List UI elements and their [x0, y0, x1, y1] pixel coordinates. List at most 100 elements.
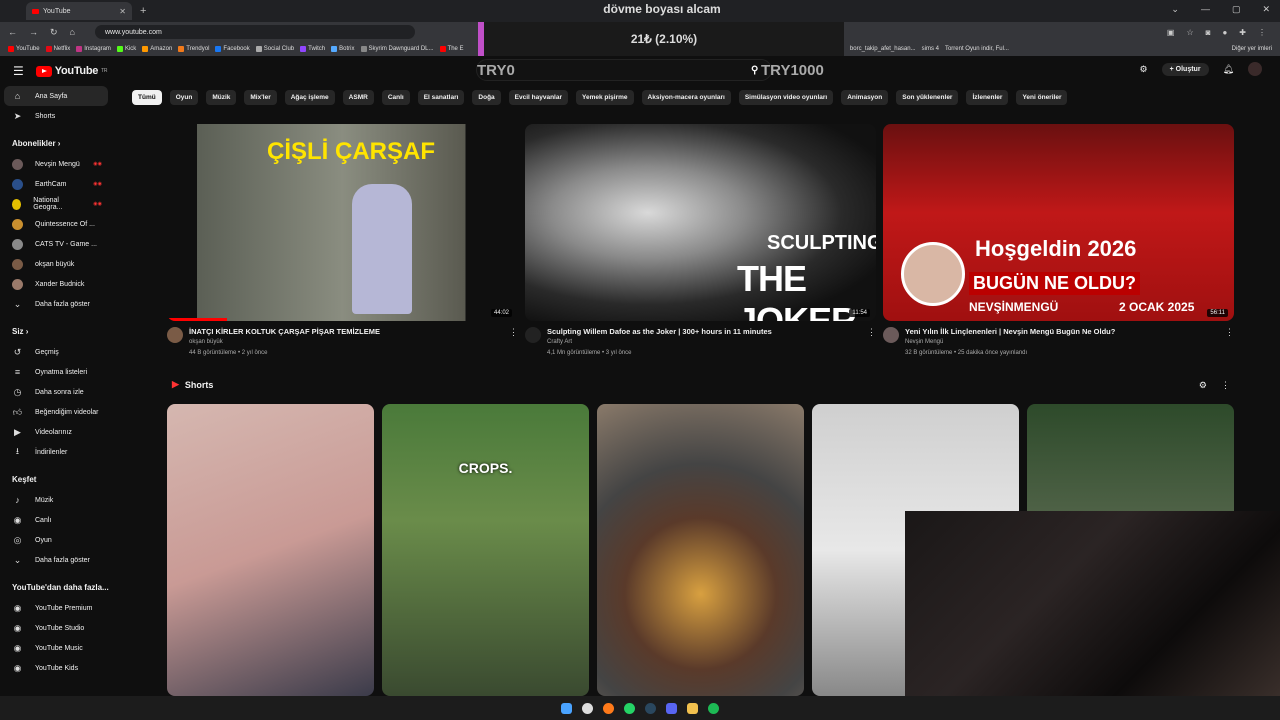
subscriptions-heading[interactable]: Abonelikler ›	[0, 132, 120, 154]
filter-chip[interactable]: Yemek pişirme	[576, 90, 634, 105]
filter-chip[interactable]: İzlenenler	[966, 90, 1009, 105]
more-options-icon[interactable]: ⋮	[1225, 327, 1234, 359]
sidebar-item[interactable]: 👍︎ Beğendiğim videolar	[0, 402, 120, 422]
sidebar-item[interactable]: ♪ Müzik	[0, 490, 120, 510]
url-field[interactable]: www.youtube.com	[94, 25, 415, 39]
filter-chip[interactable]: Animasyon	[841, 90, 889, 105]
sidebar-item-subscription[interactable]: Xander Budnick	[0, 274, 120, 294]
video-title[interactable]: Yeni Yılın İlk Linçlenenleri | Nevşin Me…	[905, 327, 1215, 337]
filter-chip[interactable]: Aksiyon-macera oyunları	[641, 90, 731, 105]
bookmark-item[interactable]: Skyrim Dawnguard DL...	[360, 46, 434, 52]
reload-icon[interactable]: ↻	[50, 27, 58, 38]
menu-dots-icon[interactable]: ⋮	[1258, 28, 1266, 37]
video-thumbnail[interactable]: SCULPTING THE JOKER 11:54	[525, 124, 876, 321]
new-tab-icon[interactable]: +	[140, 5, 146, 17]
bookmark-item[interactable]: Botrix	[331, 46, 355, 52]
sidebar-item[interactable]: ◉ Canlı	[0, 510, 120, 530]
video-title[interactable]: İNATÇI KİRLER KOLTUK ÇARŞAF PİŞAR TEMİZL…	[189, 327, 499, 337]
search-icon[interactable]: ⚲	[751, 65, 758, 76]
video-thumbnail[interactable]: Hoşgeldin 2026 BUGÜN NE OLDU? NEVŞİNMENG…	[883, 124, 1234, 321]
minimize-icon[interactable]: —	[1201, 4, 1210, 15]
filter-chip[interactable]: El sanatları	[417, 90, 465, 105]
sidebar-item-youtube-product[interactable]: ◉ YouTube Kids	[0, 658, 120, 678]
sidebar-item[interactable]: ⭳ İndirilenler	[0, 442, 120, 462]
video-card[interactable]: Hoşgeldin 2026 BUGÜN NE OLDU? NEVŞİNMENG…	[883, 124, 1234, 359]
folder-icon[interactable]	[687, 702, 698, 714]
extension-icon[interactable]: ▣	[1167, 28, 1175, 37]
sidebar-item-subscription[interactable]: Quintessence Of ...	[0, 214, 120, 234]
maximize-icon[interactable]: ▢	[1232, 4, 1241, 15]
sidebar-item-youtube-product[interactable]: ◉ YouTube Music	[0, 638, 120, 658]
bookmark-item[interactable]: Amazon	[142, 46, 172, 52]
star-icon[interactable]: ☆	[1186, 28, 1193, 37]
hamburger-menu-icon[interactable]: ☰	[13, 64, 24, 78]
channel-avatar[interactable]	[525, 327, 541, 343]
filter-chip[interactable]: Doğa	[472, 90, 501, 105]
bookmark-item[interactable]: borc_takip_afet_hasan...	[850, 46, 916, 52]
filter-chip[interactable]: Tümü	[132, 90, 162, 105]
video-card[interactable]: SCULPTING THE JOKER 11:54 Sculpting Will…	[525, 124, 876, 359]
discord-icon[interactable]	[666, 702, 677, 714]
sidebar-item[interactable]: ◎ Oyun	[0, 530, 120, 550]
filter-chip[interactable]: Yeni öneriler	[1016, 90, 1068, 105]
sidebar-item[interactable]: ⌄ Daha fazla göster	[0, 550, 120, 570]
show-more-subs-button[interactable]: ⌄ Daha fazla göster	[0, 294, 120, 314]
short-card[interactable]	[167, 404, 374, 696]
more-options-icon[interactable]: ⋮	[1221, 380, 1230, 391]
browser-tab[interactable]: YouTube ✕	[26, 2, 132, 20]
video-title[interactable]: Sculpting Willem Dafoe as the Joker | 30…	[547, 327, 857, 337]
filter-chip[interactable]: Son yüklenenler	[896, 90, 959, 105]
sidebar-item-subscription[interactable]: CATS TV - Game ...	[0, 234, 120, 254]
sidebar-item[interactable]: ↺ Geçmiş	[0, 342, 120, 362]
short-card[interactable]: CROPS.	[382, 404, 589, 696]
cast-icon[interactable]: ⚙	[1140, 64, 1148, 75]
video-card[interactable]: ÇİŞLİ ÇARŞAF 44:02 İNATÇI KİRLER KOLTUK …	[167, 124, 518, 359]
youtube-logo[interactable]: YouTube TR	[35, 65, 107, 77]
sidebar-item[interactable]: ⌂ Ana Sayfa	[4, 86, 108, 106]
whatsapp-icon[interactable]	[624, 702, 635, 714]
notification-bell-icon[interactable]: 🔔︎	[1223, 64, 1234, 75]
sidebar-item-youtube-product[interactable]: ◉ YouTube Premium	[0, 598, 120, 618]
sidebar-item[interactable]: ≡ Oynatma listeleri	[0, 362, 120, 382]
filter-chip[interactable]: Oyun	[169, 90, 199, 105]
you-heading[interactable]: Siz ›	[0, 320, 120, 342]
channel-name[interactable]: okşan büyük	[189, 337, 499, 348]
sidebar-item[interactable]: ➤ Shorts	[0, 106, 120, 126]
create-button[interactable]: + Oluştur	[1161, 62, 1209, 76]
filter-chip[interactable]: Müzik	[206, 90, 237, 105]
search-icon[interactable]	[582, 702, 593, 714]
steam-icon[interactable]	[645, 702, 656, 714]
bookmark-item[interactable]: Social Club	[255, 46, 294, 52]
sidebar-item-subscription[interactable]: EarthCam ◉◉	[0, 174, 120, 194]
home-icon[interactable]: ⌂	[70, 27, 75, 38]
more-options-icon[interactable]: ⋮	[509, 327, 518, 359]
bookmark-item[interactable]: sims 4	[922, 46, 939, 52]
sidebar-item-subscription[interactable]: Nevşin Mengü ◉◉	[0, 154, 120, 174]
bookmark-item[interactable]: Torrent Oyun indir, Ful...	[945, 46, 1009, 52]
sidebar-item-subscription[interactable]: okşan büyük	[0, 254, 120, 274]
bookmark-item[interactable]: Instagram	[76, 46, 111, 52]
channel-name[interactable]: Crafty Art	[547, 337, 857, 348]
filter-chip[interactable]: Ağaç işleme	[284, 90, 335, 105]
puzzle-icon[interactable]: ✚	[1239, 28, 1246, 37]
chevron-down-icon[interactable]: ⌄	[1171, 4, 1179, 15]
bookmark-item[interactable]: Facebook	[215, 46, 250, 52]
spotify-icon[interactable]	[708, 702, 719, 714]
avatar[interactable]	[1248, 62, 1262, 76]
back-icon[interactable]: ←	[8, 27, 17, 38]
bookmark-item[interactable]: The E	[439, 46, 464, 52]
firefox-icon[interactable]	[603, 702, 614, 714]
bookmark-item[interactable]: YouTube	[8, 46, 40, 52]
channel-name[interactable]: Nevşin Mengü	[905, 337, 1215, 348]
sidebar-item-youtube-product[interactable]: ◉ YouTube Studio	[0, 618, 120, 638]
profile-icon[interactable]: ●	[1222, 28, 1227, 37]
sidebar-item[interactable]: ▶ Videolarınız	[0, 422, 120, 442]
bookmark-item[interactable]: Kick	[116, 46, 136, 52]
channel-avatar[interactable]	[883, 327, 899, 343]
short-card[interactable]	[597, 404, 804, 696]
close-window-icon[interactable]: ✕	[1262, 4, 1270, 15]
bookmark-item[interactable]: Netflix	[45, 46, 70, 52]
filter-chip[interactable]: Simülasyon video oyunları	[738, 90, 834, 105]
sidebar-item[interactable]: ◷ Daha sonra izle	[0, 382, 120, 402]
forward-icon[interactable]: →	[29, 27, 38, 38]
